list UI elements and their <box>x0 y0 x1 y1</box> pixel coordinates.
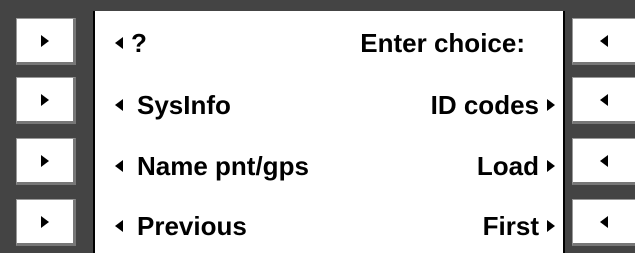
triangle-right-icon <box>41 154 49 167</box>
right-softkey-3[interactable] <box>572 138 635 185</box>
triangle-right-icon <box>547 220 555 232</box>
left-softkey-2[interactable] <box>16 77 76 124</box>
triangle-left-icon <box>115 160 123 172</box>
menu-line-prompt: ? Enter choice: <box>95 21 563 65</box>
menu-option-first[interactable]: First <box>483 211 539 242</box>
menu-line-nav: Previous First <box>95 204 563 248</box>
help-indicator[interactable]: ? <box>131 28 147 59</box>
triangle-right-icon <box>41 215 49 228</box>
menu-line-name: Name pnt/gps Load <box>95 144 563 188</box>
triangle-right-icon <box>547 99 555 111</box>
triangle-left-icon <box>115 220 123 232</box>
triangle-left-icon <box>115 37 123 49</box>
menu-option-load[interactable]: Load <box>477 151 539 182</box>
left-softkey-1[interactable] <box>16 18 76 65</box>
menu-option-id-codes[interactable]: ID codes <box>431 90 539 121</box>
triangle-right-icon <box>547 160 555 172</box>
left-softkey-3[interactable] <box>16 138 76 185</box>
prompt-title: Enter choice: <box>360 27 525 58</box>
menu-option-sysinfo[interactable]: SysInfo <box>137 90 231 121</box>
menu-option-name-pnt-gps[interactable]: Name pnt/gps <box>137 151 309 182</box>
triangle-left-icon <box>600 154 608 167</box>
triangle-left-icon <box>600 215 608 228</box>
triangle-right-icon <box>41 34 49 47</box>
menu-line-sysinfo: SysInfo ID codes <box>95 83 563 127</box>
right-softkey-4[interactable] <box>572 199 635 246</box>
left-softkey-4[interactable] <box>16 199 76 246</box>
device-frame: ? Enter choice: SysInfo ID codes Name pn… <box>0 0 635 253</box>
triangle-left-icon <box>115 99 123 111</box>
right-softkey-1[interactable] <box>572 18 635 65</box>
triangle-right-icon <box>41 93 49 106</box>
display-screen: ? Enter choice: SysInfo ID codes Name pn… <box>93 11 565 253</box>
right-softkey-2[interactable] <box>572 77 635 124</box>
triangle-left-icon <box>600 34 608 47</box>
menu-option-previous[interactable]: Previous <box>137 211 247 242</box>
triangle-left-icon <box>600 93 608 106</box>
